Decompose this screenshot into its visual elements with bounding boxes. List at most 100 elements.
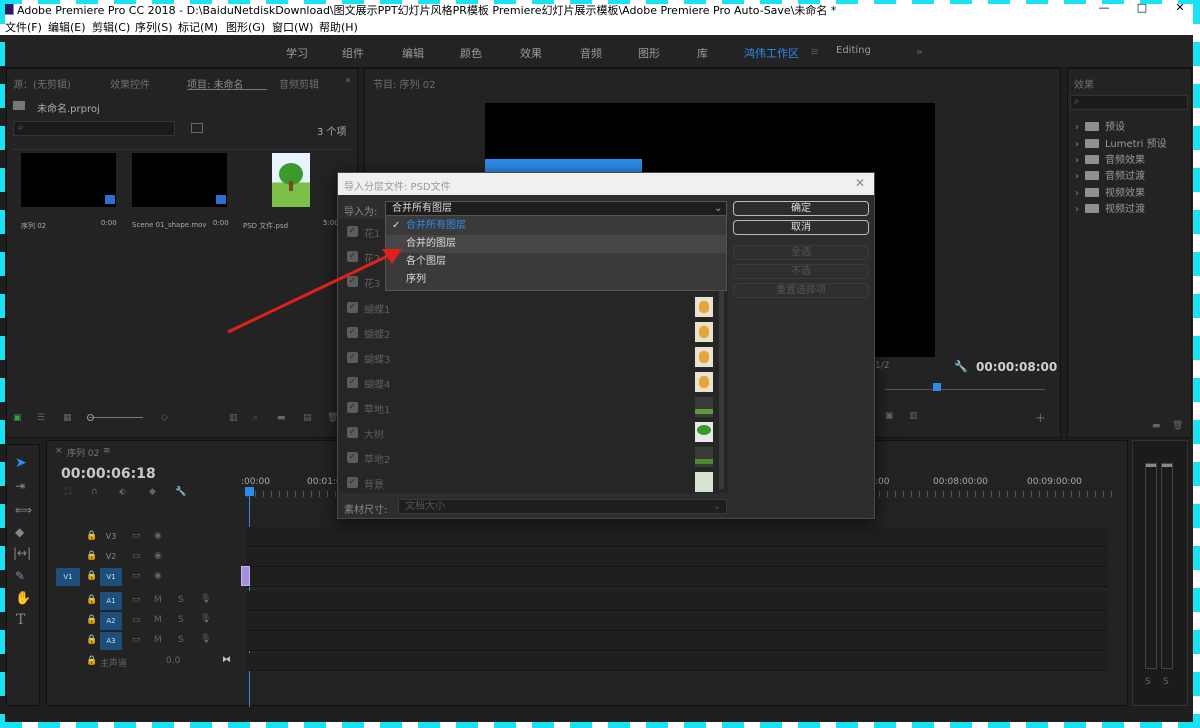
track-label-a2[interactable]: A2 (100, 612, 122, 630)
solo-button[interactable]: S (1145, 677, 1151, 687)
microphone-icon[interactable]: 🎙 (200, 614, 211, 624)
checkbox-icon[interactable]: ✓ (347, 452, 358, 463)
new-bin-icon[interactable] (191, 123, 203, 133)
ok-button[interactable]: 确定 (733, 201, 869, 216)
trash-icon[interactable]: 🗑 (1172, 421, 1183, 431)
workspace-audio[interactable]: 音频 (580, 45, 602, 61)
menu-graphics[interactable]: 图形(G) (226, 19, 265, 35)
dropdown-option-merge-all[interactable]: ✓ 合并所有图层 (386, 217, 726, 235)
zoom-slider[interactable] (89, 417, 143, 418)
ripple-edit-tool-icon[interactable]: ⟺ (15, 503, 32, 517)
go-to-end-icon[interactable]: ⧓ (222, 655, 231, 665)
select-all-button[interactable]: 全选 (733, 245, 869, 260)
effects-item-lumetri[interactable]: › Lumetri 预设 (1075, 135, 1167, 150)
workspace-menu-icon[interactable]: ≡ (810, 45, 819, 58)
menu-marker[interactable]: 标记(M) (178, 19, 218, 35)
track-lane-v2[interactable] (246, 547, 1108, 567)
playhead-bar[interactable] (885, 389, 1045, 390)
layer-row[interactable]: ✓ 蝴蝶2 (344, 320, 718, 344)
solo-button[interactable]: S (1163, 677, 1169, 687)
tab-program[interactable]: 节目: 序列 02 (373, 76, 435, 91)
track-label-v1[interactable]: V1 (100, 568, 122, 586)
layer-row[interactable]: ✓ 草地1 (344, 395, 718, 419)
project-item[interactable]: 序列 02 0:00 (15, 151, 120, 231)
workspace-libraries[interactable]: 库 (697, 45, 708, 61)
reset-selection-button[interactable]: 重置选择项 (733, 283, 869, 298)
effects-item-audio-effects[interactable]: › 音频效果 (1075, 151, 1145, 166)
timeline-timecode[interactable]: 00:00:06:18 (61, 466, 156, 482)
project-item[interactable]: PSD 文件.psd 5:00 (239, 151, 351, 231)
tab-sequence[interactable]: 序列 02 (67, 446, 99, 459)
clip-v1[interactable] (241, 566, 250, 586)
checkbox-icon[interactable]: ✓ (347, 251, 358, 262)
footage-size-select[interactable]: 文档大小 ⌄ (398, 499, 727, 514)
master-volume[interactable]: 0.0 (166, 656, 180, 666)
track-lane-v1[interactable] (246, 567, 1108, 587)
effects-item-video-transitions[interactable]: › 视频过渡 (1075, 200, 1145, 215)
tab-source[interactable]: 源：(无剪辑) (13, 76, 71, 91)
workspace-editing[interactable]: 编辑 (402, 45, 424, 61)
layer-row[interactable]: ✓ 蝴蝶3 (344, 345, 718, 369)
mute-button[interactable]: M (154, 635, 162, 645)
menu-file[interactable]: 文件(F) (5, 19, 42, 35)
track-label-v2[interactable]: V2 (100, 548, 122, 566)
mute-button[interactable]: M (154, 615, 162, 625)
search-icon[interactable]: ⌕ (253, 413, 258, 423)
playhead-marker[interactable] (933, 383, 941, 391)
solo-button[interactable]: S (178, 635, 184, 645)
nest-icon[interactable]: ⛶ (65, 487, 71, 497)
new-item-icon[interactable]: ▤ (303, 413, 312, 423)
eye-icon[interactable]: ◉ (154, 571, 162, 581)
lock-icon[interactable]: ▣ (13, 413, 22, 423)
track-select-tool-icon[interactable]: ⇥ (15, 479, 25, 493)
solo-button[interactable]: S (178, 595, 184, 605)
add-button-icon[interactable]: + (1035, 411, 1046, 426)
sync-lock-icon[interactable]: ▭ (132, 635, 141, 645)
slip-tool-icon[interactable]: |↔| (13, 546, 31, 560)
new-bin-icon[interactable]: ▬ (1152, 421, 1161, 431)
effects-item-presets[interactable]: › 预设 (1075, 118, 1125, 133)
microphone-icon[interactable]: 🎙 (200, 594, 211, 604)
lock-icon[interactable]: 🔒 (86, 571, 97, 581)
track-lane-a3[interactable] (246, 631, 1108, 651)
mute-button[interactable]: M (154, 595, 162, 605)
tab-effects[interactable]: 效果 (1074, 76, 1094, 91)
pen-tool-icon[interactable]: ✎ (15, 569, 25, 583)
compare-icon[interactable]: ▥ (909, 411, 918, 421)
new-bin-icon[interactable]: ▬ (277, 413, 286, 423)
snap-icon[interactable]: ∩ (91, 487, 98, 497)
lock-icon[interactable]: 🔒 (86, 615, 97, 625)
effects-search-input[interactable]: ⌕ (1070, 95, 1188, 110)
track-label-a3[interactable]: A3 (100, 632, 122, 650)
fit-selector[interactable]: 1/2 (875, 361, 889, 371)
lock-icon[interactable]: 🔒 (86, 595, 97, 605)
import-as-select[interactable]: 合并所有图层 ⌄ (385, 201, 727, 216)
track-lane-a2[interactable] (246, 611, 1108, 631)
workspace-graphics[interactable]: 图形 (638, 45, 660, 61)
workspace-effects[interactable]: 效果 (520, 45, 542, 61)
microphone-icon[interactable]: 🎙 (200, 634, 211, 644)
workspace-overflow-icon[interactable]: » (916, 45, 923, 58)
sync-lock-icon[interactable]: ▭ (132, 531, 141, 541)
menu-window[interactable]: 窗口(W) (272, 19, 313, 35)
sync-lock-icon[interactable]: ▭ (132, 551, 141, 561)
track-label-v3[interactable]: V3 (100, 528, 122, 546)
workspace-editing-en[interactable]: Editing (836, 45, 871, 56)
track-label-a1[interactable]: A1 (100, 592, 122, 610)
dialog-close-button[interactable]: ✕ (855, 176, 865, 190)
wrench-icon[interactable]: 🔧 (954, 360, 968, 373)
automate-icon[interactable]: ▥ (229, 413, 238, 423)
lock-icon[interactable]: 🔒 (86, 656, 97, 666)
linked-selection-icon[interactable]: ⬖ (119, 487, 126, 497)
icon-view-icon[interactable]: ▦ (63, 413, 72, 423)
type-tool-icon[interactable]: T (16, 612, 25, 628)
checkbox-icon[interactable]: ✓ (347, 427, 358, 438)
track-lane-v3[interactable] (246, 527, 1108, 547)
menu-help[interactable]: 帮助(H) (319, 19, 358, 35)
layer-row[interactable]: ✓ 蝴蝶1 (344, 295, 718, 319)
checkbox-icon[interactable]: ✓ (347, 477, 358, 488)
timeline-close-icon[interactable]: × (55, 446, 63, 456)
sync-lock-icon[interactable]: ▭ (132, 571, 141, 581)
search-input[interactable]: ⌕ (13, 121, 175, 136)
list-view-icon[interactable]: ☰ (37, 413, 45, 423)
